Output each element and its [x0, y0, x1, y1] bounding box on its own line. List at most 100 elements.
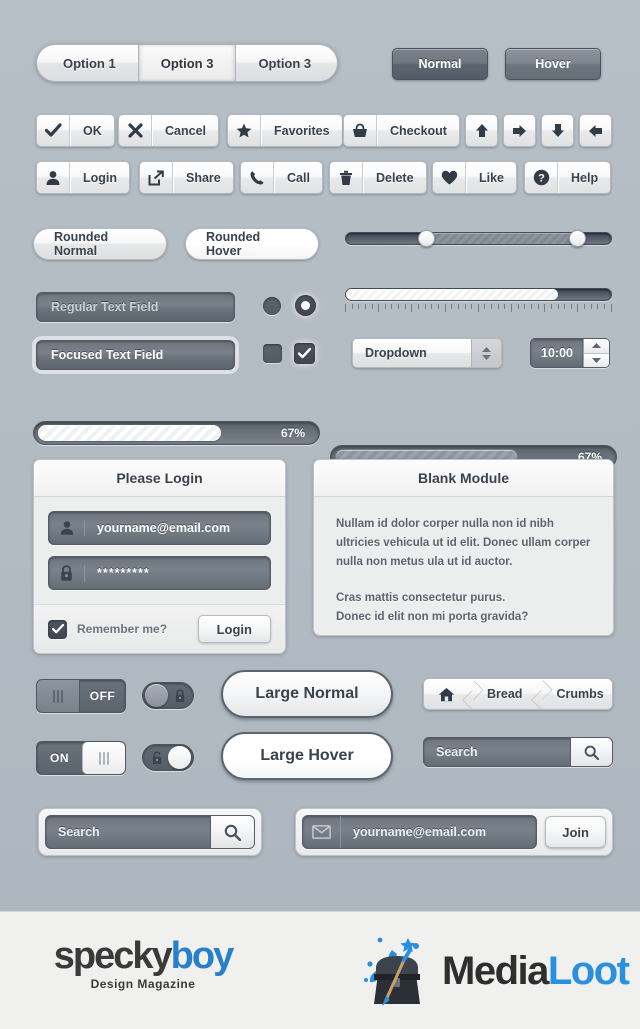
- lock-toggle-unlocked[interactable]: [142, 744, 194, 771]
- time-step-down[interactable]: [583, 352, 609, 367]
- dropdown-stepper[interactable]: [471, 339, 501, 367]
- segment-option-1[interactable]: Option 1: [36, 44, 138, 82]
- search-field-large[interactable]: Search: [45, 815, 255, 849]
- breadcrumb-item-bread[interactable]: Bread: [467, 679, 536, 709]
- normal-button[interactable]: Normal: [392, 48, 488, 80]
- toggle-handle[interactable]: [82, 742, 125, 774]
- share-button[interactable]: Share: [139, 161, 234, 194]
- breadcrumb[interactable]: Bread Crumbs: [423, 678, 613, 710]
- login-email-value: yourname@email.com: [97, 521, 231, 535]
- on-toggle[interactable]: ON: [36, 741, 126, 775]
- time-step-up[interactable]: [583, 339, 609, 353]
- blank-module-paragraph-2-line-2: Donec id elit non mi porta gravida?: [336, 611, 529, 623]
- login-password-value: *********: [97, 566, 150, 580]
- progress-slider[interactable]: [345, 288, 612, 301]
- medialoot-part-2: Loot: [547, 949, 630, 993]
- large-hover-button[interactable]: Large Hover: [221, 732, 393, 780]
- large-normal-label: Large Normal: [255, 685, 359, 702]
- slider-tick-marks: [345, 304, 612, 312]
- svg-text:?: ?: [538, 173, 545, 185]
- search-input-small[interactable]: Search: [424, 745, 570, 759]
- regular-text-field[interactable]: Regular Text Field: [36, 292, 235, 322]
- delete-button[interactable]: Delete: [329, 161, 427, 194]
- heart-icon: [433, 162, 466, 193]
- login-icon-button[interactable]: Login: [36, 161, 131, 194]
- remember-me-label: Remember me?: [77, 622, 168, 636]
- email-signup-value[interactable]: yourname@email.com: [341, 825, 536, 839]
- arrow-up-button[interactable]: [465, 114, 498, 147]
- login-email-field[interactable]: yourname@email.com: [48, 511, 271, 545]
- favorites-button[interactable]: Favorites: [227, 114, 343, 147]
- ui-kit-canvas: Option 1 Option 3 Option 3 Normal Hover …: [0, 0, 640, 911]
- close-icon: [119, 115, 152, 146]
- time-spinner-steppers[interactable]: [583, 339, 609, 367]
- radio-unselected[interactable]: [263, 297, 281, 315]
- segment-option-3[interactable]: Option 3: [235, 44, 339, 82]
- help-button[interactable]: ? Help: [524, 161, 612, 194]
- lock-toggle-locked[interactable]: [142, 682, 194, 709]
- call-button[interactable]: Call: [240, 161, 323, 194]
- range-slider-handle-end[interactable]: [568, 230, 586, 247]
- remember-me-checkbox[interactable]: [48, 619, 67, 639]
- footer: speckyboy Design Magazine MediaLoot: [0, 911, 640, 1029]
- progress-bar-label: 67%: [280, 426, 305, 440]
- remember-me-group[interactable]: Remember me?: [48, 619, 168, 639]
- rounded-hover-button[interactable]: Rounded Hover: [185, 228, 319, 260]
- checkout-button-label: Checkout: [377, 115, 459, 146]
- like-button[interactable]: Like: [432, 161, 518, 194]
- login-module-body: yourname@email.com *********: [34, 497, 285, 604]
- favorites-button-label: Favorites: [261, 115, 342, 146]
- login-submit-label: Login: [216, 621, 252, 637]
- chevron-up-icon: [592, 343, 601, 349]
- basket-icon: [344, 115, 377, 146]
- cancel-button-label: Cancel: [152, 115, 218, 146]
- toggle-handle[interactable]: [37, 680, 80, 712]
- progress-slider-group: [345, 288, 612, 312]
- focused-text-field[interactable]: Focused Text Field: [36, 340, 235, 370]
- radio-selected[interactable]: [295, 295, 316, 316]
- arrow-down-button[interactable]: [541, 114, 574, 147]
- lock-toggle-knob[interactable]: [145, 684, 168, 707]
- large-normal-button[interactable]: Large Normal: [221, 670, 393, 718]
- chevron-up-icon: [482, 346, 491, 352]
- checkout-button[interactable]: Checkout: [343, 114, 460, 147]
- medialoot-part-1: Media: [442, 949, 549, 993]
- hover-button[interactable]: Hover: [505, 48, 601, 80]
- search-button-large[interactable]: [210, 816, 254, 848]
- segmented-control[interactable]: Option 1 Option 3 Option 3: [36, 44, 339, 82]
- ok-button[interactable]: OK: [36, 114, 115, 147]
- search-button-small[interactable]: [570, 738, 612, 766]
- breadcrumb-home[interactable]: [424, 679, 467, 709]
- rounded-normal-button[interactable]: Rounded Normal: [33, 228, 167, 260]
- time-spinner[interactable]: 10:00: [530, 338, 610, 368]
- segment-option-2[interactable]: Option 3: [137, 44, 236, 82]
- range-slider-handle-start[interactable]: [417, 230, 435, 247]
- arrow-right-button[interactable]: [503, 114, 536, 147]
- medialoot-wordmark: MediaLoot: [442, 949, 630, 993]
- join-button[interactable]: Join: [545, 816, 606, 848]
- speckyboy-part-1: specky: [53, 935, 173, 977]
- breadcrumb-item-crumbs[interactable]: Crumbs: [536, 679, 612, 709]
- checkbox-checked[interactable]: [294, 343, 315, 364]
- dropdown-value: Dropdown: [365, 346, 427, 360]
- login-submit-button[interactable]: Login: [197, 615, 271, 643]
- search-input-large[interactable]: Search: [46, 825, 210, 839]
- lock-toggle-knob[interactable]: [168, 746, 191, 769]
- email-signup-field[interactable]: yourname@email.com: [302, 815, 538, 849]
- speckyboy-part-2: boy: [170, 935, 235, 977]
- login-password-field[interactable]: *********: [48, 556, 271, 590]
- search-field-small[interactable]: Search: [423, 737, 613, 767]
- rounded-hover-label: Rounded Hover: [206, 230, 261, 258]
- like-button-label: Like: [466, 162, 516, 193]
- arrow-left-icon: [580, 115, 611, 146]
- arrow-left-button[interactable]: [579, 114, 612, 147]
- dropdown-select[interactable]: Dropdown: [352, 338, 502, 368]
- login-module-footer: Remember me? Login: [34, 604, 285, 653]
- range-slider[interactable]: [345, 230, 612, 247]
- cancel-button[interactable]: Cancel: [118, 114, 219, 147]
- segment-label: Option 3: [258, 55, 312, 71]
- off-toggle[interactable]: OFF: [36, 679, 126, 713]
- regular-text-field-value: Regular Text Field: [51, 300, 159, 314]
- search-icon: [584, 745, 599, 760]
- checkbox-unchecked[interactable]: [263, 344, 282, 363]
